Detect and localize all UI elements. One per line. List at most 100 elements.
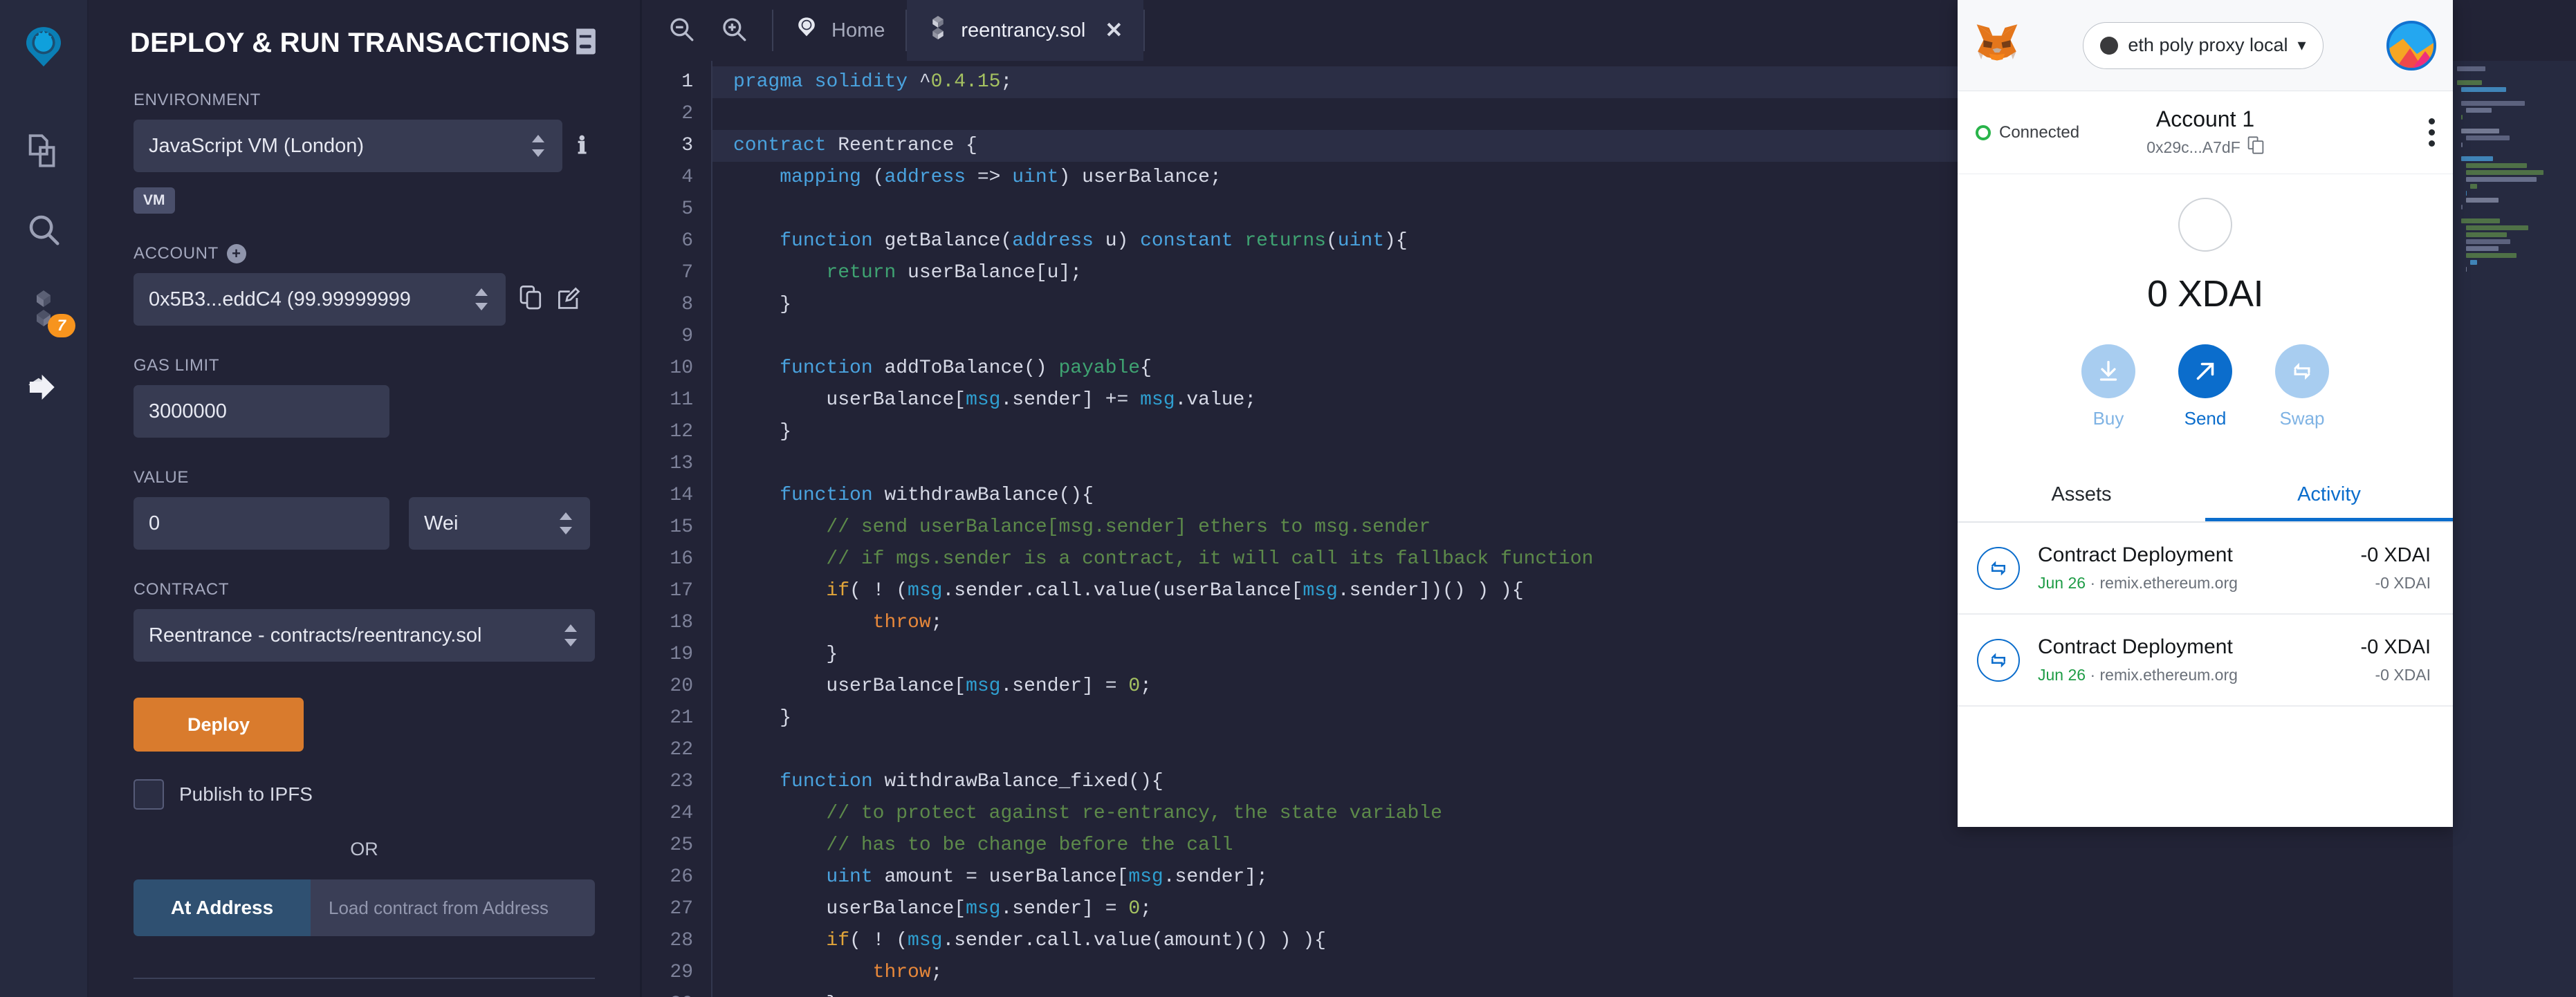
account-label: ACCOUNT +: [134, 244, 595, 263]
swap-label: Swap: [2279, 408, 2325, 429]
line-number: 10: [670, 357, 693, 379]
value-unit-select[interactable]: Wei: [409, 497, 590, 550]
copy-icon[interactable]: [2247, 136, 2264, 158]
line-number: 6: [681, 230, 693, 252]
at-address-row: At Address Load contract from Address: [134, 879, 595, 936]
chevron-updown-icon: [562, 619, 580, 652]
copy-icon[interactable]: [519, 285, 543, 315]
code-minimap[interactable]: [2453, 61, 2576, 997]
zoom-in-icon[interactable]: [719, 15, 748, 47]
line-number: 14: [670, 485, 693, 506]
value-amount: 0: [149, 512, 160, 534]
at-address-input[interactable]: Load contract from Address: [311, 879, 595, 936]
info-icon[interactable]: ℹ: [578, 132, 587, 160]
deploy-run-icon[interactable]: [10, 354, 77, 420]
search-icon[interactable]: [10, 196, 77, 263]
close-icon[interactable]: ✕: [1105, 18, 1123, 43]
minimap-line: [2465, 170, 2543, 175]
swap-arrows-icon: [1977, 638, 2020, 682]
code-line[interactable]: uint amount = userBalance[msg.sender];: [733, 861, 2576, 893]
activity-origin: remix.ethereum.org: [2099, 666, 2238, 684]
tab-assets[interactable]: Assets: [1958, 468, 2205, 521]
publish-ipfs-label: Publish to IPFS: [179, 783, 313, 805]
minimap-line: [2461, 115, 2463, 120]
or-divider-label: OR: [350, 839, 378, 859]
gas-limit-value: 3000000: [149, 400, 227, 422]
contract-select[interactable]: Reentrance - contracts/reentrancy.sol: [134, 609, 595, 662]
account-label-text: ACCOUNT: [134, 244, 219, 263]
book-icon[interactable]: [573, 28, 598, 59]
publish-ipfs-checkbox[interactable]: [134, 779, 164, 810]
account-address-row[interactable]: 0x29c...A7dF: [2146, 136, 2264, 158]
chevron-down-icon: ▾: [2297, 36, 2306, 55]
line-number: 19: [670, 644, 693, 665]
code-line[interactable]: // has to be change before the call: [733, 830, 2576, 861]
send-button[interactable]: Send: [2178, 344, 2232, 429]
kebab-menu-icon[interactable]: [2429, 118, 2435, 147]
metamask-actions: Buy Send Swap: [2081, 344, 2329, 429]
minimap-line: [2461, 205, 2463, 209]
account-name: Account 1: [2155, 106, 2255, 131]
gas-limit-label: GAS LIMIT: [134, 356, 220, 375]
minimap-line: [2465, 232, 2508, 237]
minimap-line: [2465, 191, 2467, 196]
chevron-updown-icon: [557, 507, 575, 540]
metamask-fox-icon[interactable]: [1974, 22, 2020, 68]
minimap-line: [2465, 225, 2528, 230]
minimap-line: [2465, 246, 2499, 251]
minimap-line: [2461, 101, 2526, 106]
buy-button[interactable]: Buy: [2081, 344, 2135, 429]
code-line[interactable]: }: [733, 989, 2576, 997]
network-selector[interactable]: eth poly proxy local ▾: [2083, 21, 2324, 69]
tab-home-label: Home: [831, 19, 885, 41]
swap-arrows-icon: [2275, 344, 2329, 398]
at-address-button[interactable]: At Address: [134, 879, 311, 936]
line-number: 28: [670, 930, 693, 951]
minimap-line: [2461, 129, 2499, 133]
avatar[interactable]: [2386, 20, 2436, 71]
plugin-icon-bar: 7: [0, 0, 89, 997]
plus-circle-icon[interactable]: +: [226, 244, 246, 263]
activity-row[interactable]: Contract Deployment Jun 26 · remix.ethere…: [1958, 523, 2453, 615]
zoom-out-icon[interactable]: [667, 15, 696, 47]
deploy-run-panel: DEPLOY & RUN TRANSACTIONS ENVIRONMENT Ja…: [89, 0, 642, 997]
minimap-line: [2465, 108, 2492, 113]
metamask-balance-section: 0 XDAI Buy Send Swap: [1958, 174, 2453, 436]
value-input[interactable]: 0: [134, 497, 389, 550]
swap-button[interactable]: Swap: [2275, 344, 2329, 429]
solidity-compiler-icon[interactable]: 7: [10, 275, 77, 342]
activity-list: Contract Deployment Jun 26 · remix.ethere…: [1958, 523, 2453, 707]
environment-select[interactable]: JavaScript VM (London): [134, 120, 562, 172]
file-explorer-icon[interactable]: [10, 118, 77, 184]
minimap-line: [2461, 87, 2506, 92]
line-number: 23: [670, 771, 693, 792]
minimap-line: [2465, 253, 2517, 258]
remix-home-icon: [794, 15, 819, 46]
zoom-controls: [642, 0, 772, 61]
token-icon: [2178, 198, 2232, 252]
deploy-button[interactable]: Deploy: [134, 698, 304, 752]
gas-limit-input[interactable]: 3000000: [134, 385, 389, 438]
code-line[interactable]: userBalance[msg.sender] = 0;: [733, 893, 2576, 925]
line-number: 29: [670, 962, 693, 983]
contract-label: CONTRACT: [134, 580, 230, 599]
tab-home[interactable]: Home: [773, 0, 905, 61]
code-line[interactable]: throw;: [733, 957, 2576, 989]
edit-icon[interactable]: [557, 285, 580, 315]
remix-logo-icon[interactable]: [10, 15, 77, 82]
line-number: 1: [681, 71, 693, 93]
account-select[interactable]: 0x5B3...eddC4 (99.99999999: [134, 273, 506, 326]
minimap-line: [2457, 80, 2482, 85]
line-number: 26: [670, 866, 693, 888]
line-number: 7: [681, 262, 693, 283]
line-number: 13: [670, 453, 693, 474]
publish-ipfs-row[interactable]: Publish to IPFS: [134, 779, 595, 810]
metamask-tabs: Assets Activity: [1958, 468, 2453, 523]
tab-activity[interactable]: Activity: [2205, 468, 2453, 521]
tab-reentrancy-sol[interactable]: reentrancy.sol ✕: [907, 0, 1144, 61]
environment-row: JavaScript VM (London) ℹ: [134, 120, 595, 172]
activity-row[interactable]: Contract Deployment Jun 26 · remix.ethere…: [1958, 615, 2453, 707]
provider-badge: VM: [134, 187, 175, 214]
code-line[interactable]: if( ! (msg.sender.call.value(amount)() )…: [733, 925, 2576, 957]
metamask-header: eth poly proxy local ▾: [1958, 0, 2453, 91]
